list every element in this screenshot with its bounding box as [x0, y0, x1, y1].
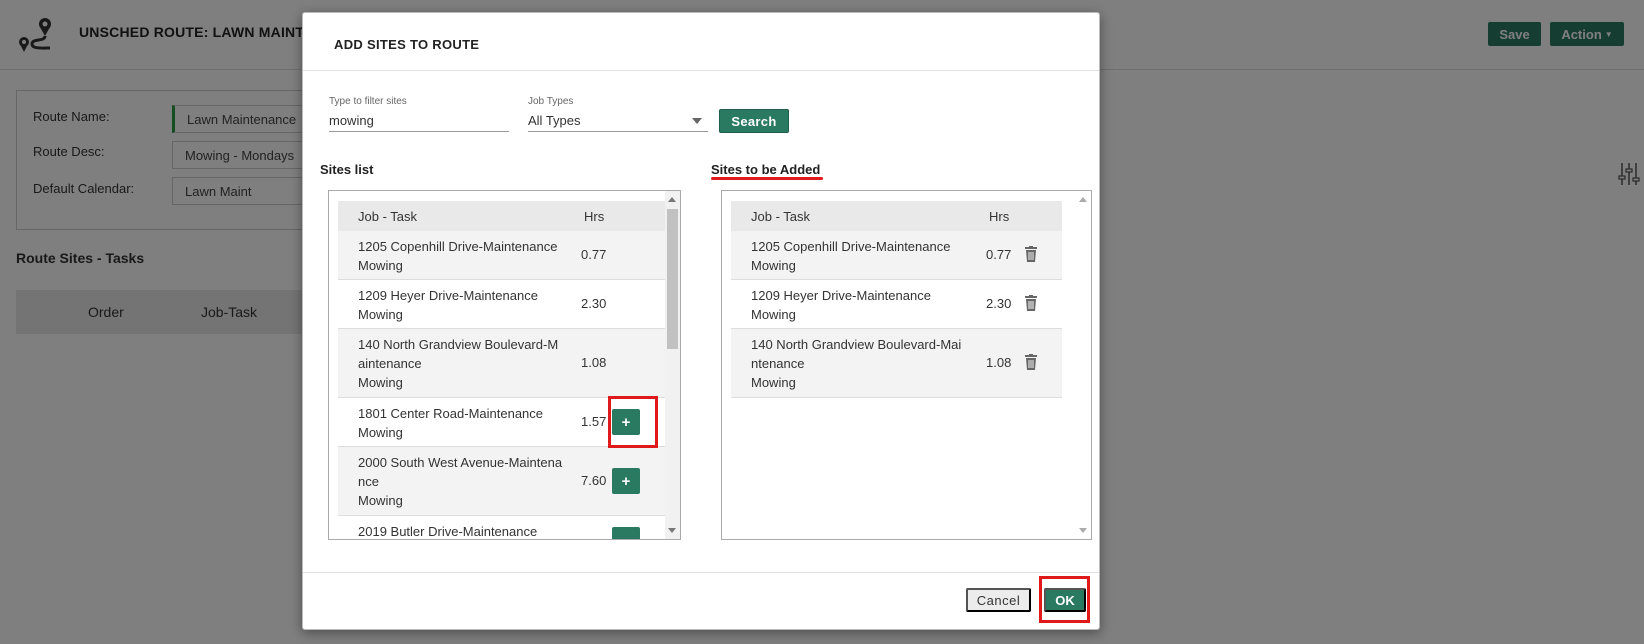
row-job-line2: Mowing [358, 307, 403, 322]
column-hrs: Hrs [989, 209, 1010, 224]
row-job-line2: Mowing [358, 425, 403, 440]
add-site-button[interactable] [612, 527, 640, 539]
row-hrs: 0.77 [581, 247, 607, 262]
row-job-line1: 2019 Butler Drive-Maintenance [358, 524, 538, 539]
search-button[interactable]: Search [719, 109, 789, 133]
row-job-line2: ntenance [751, 356, 805, 371]
trash-icon[interactable] [1024, 354, 1038, 370]
scroll-down-arrow[interactable] [668, 528, 676, 533]
sites-to-be-added-panel: Job - Task Hrs 1205 Copenhill Drive-Main… [721, 190, 1092, 540]
sites-added-scrollbar[interactable] [1076, 191, 1091, 539]
job-types-selected: All Types [528, 113, 581, 128]
column-job-task: Job - Task [751, 209, 811, 224]
scroll-up-arrow[interactable] [1079, 197, 1087, 202]
row-job-line3: Mowing [358, 493, 403, 508]
table-row[interactable]: 2000 South West Avenue-Maintena nce Mowi… [338, 447, 669, 516]
row-job-line1: 1205 Copenhill Drive-Maintenance [751, 239, 951, 254]
row-hrs: 1.57 [581, 414, 607, 429]
highlight-underline [711, 177, 823, 180]
table-row[interactable]: 1205 Copenhill Drive-Maintenance Mowing … [731, 231, 1062, 280]
filter-sites-input[interactable] [329, 110, 509, 132]
column-hrs: Hrs [584, 209, 605, 224]
row-job-line1: 140 North Grandview Boulevard-Mai [751, 337, 962, 352]
plus-icon: + [621, 472, 631, 490]
row-job-line1: 1209 Heyer Drive-Maintenance [358, 288, 538, 303]
sites-list-panel: Job - Task Hrs 1205 Copenhill Drive-Main… [328, 190, 681, 540]
cancel-button[interactable]: Cancel [966, 588, 1031, 612]
row-job-line3: Mowing [358, 375, 403, 390]
sites-added-header-row: Job - Task Hrs [731, 201, 1062, 231]
sites-list-header-row: Job - Task Hrs [338, 201, 669, 231]
caret-down-icon [692, 118, 702, 124]
add-site-button[interactable]: + [612, 468, 640, 494]
row-hrs: 7.60 [581, 473, 607, 488]
row-job-line1: 1209 Heyer Drive-Maintenance [751, 288, 931, 303]
row-hrs: 1.08 [986, 355, 1012, 370]
table-row[interactable]: 1205 Copenhill Drive-Maintenance Mowing … [338, 231, 669, 280]
highlight-box-ok-button [1039, 576, 1090, 623]
trash-icon[interactable] [1024, 246, 1038, 262]
row-job-line2: Mowing [751, 258, 796, 273]
job-types-label: Job Types [528, 96, 574, 107]
sites-to-be-added-title: Sites to be Added [711, 162, 821, 177]
scroll-up-arrow[interactable] [668, 197, 676, 202]
add-sites-modal: ADD SITES TO ROUTE Type to filter sites … [302, 12, 1100, 630]
row-job-line1: 140 North Grandview Boulevard-M [358, 337, 559, 352]
sites-added-table: Job - Task Hrs 1205 Copenhill Drive-Main… [731, 201, 1062, 398]
row-job-line2: Mowing [751, 307, 796, 322]
row-job-line1: 1205 Copenhill Drive-Maintenance [358, 239, 558, 254]
row-job-line3: Mowing [751, 375, 796, 390]
modal-header: ADD SITES TO ROUTE [303, 13, 1099, 71]
sites-list-scrollbar[interactable] [665, 191, 680, 539]
table-row[interactable]: 140 North Grandview Boulevard-Mai ntenan… [731, 329, 1062, 398]
row-hrs: 0.77 [986, 247, 1012, 262]
trash-icon[interactable] [1024, 295, 1038, 311]
scroll-thumb[interactable] [667, 209, 678, 349]
row-job-line1: 1801 Center Road-Maintenance [358, 406, 544, 421]
row-hrs: 2.30 [986, 296, 1012, 311]
scroll-down-arrow[interactable] [1079, 528, 1087, 533]
table-row[interactable]: 1209 Heyer Drive-Maintenance Mowing 2.30 [731, 280, 1062, 329]
table-row[interactable]: 140 North Grandview Boulevard-M aintenan… [338, 329, 669, 398]
table-row[interactable]: 1209 Heyer Drive-Maintenance Mowing 2.30 [338, 280, 669, 329]
highlight-box-add-button [608, 396, 658, 448]
row-job-line2: nce [358, 474, 379, 489]
column-job-task: Job - Task [358, 209, 418, 224]
row-job-line1: 2000 South West Avenue-Maintena [358, 455, 563, 470]
sites-list-title: Sites list [320, 162, 374, 177]
row-hrs: 2.30 [581, 296, 607, 311]
filter-label: Type to filter sites [329, 96, 407, 107]
row-job-line2: aintenance [358, 356, 422, 371]
sites-list-table: Job - Task Hrs 1205 Copenhill Drive-Main… [338, 201, 669, 539]
job-types-select[interactable]: All Types [528, 110, 708, 132]
row-hrs: 1.08 [581, 355, 607, 370]
row-job-line2: Mowing [358, 258, 403, 273]
table-row[interactable]: 2019 Butler Drive-Maintenance [338, 516, 669, 539]
modal-title: ADD SITES TO ROUTE [334, 37, 480, 52]
